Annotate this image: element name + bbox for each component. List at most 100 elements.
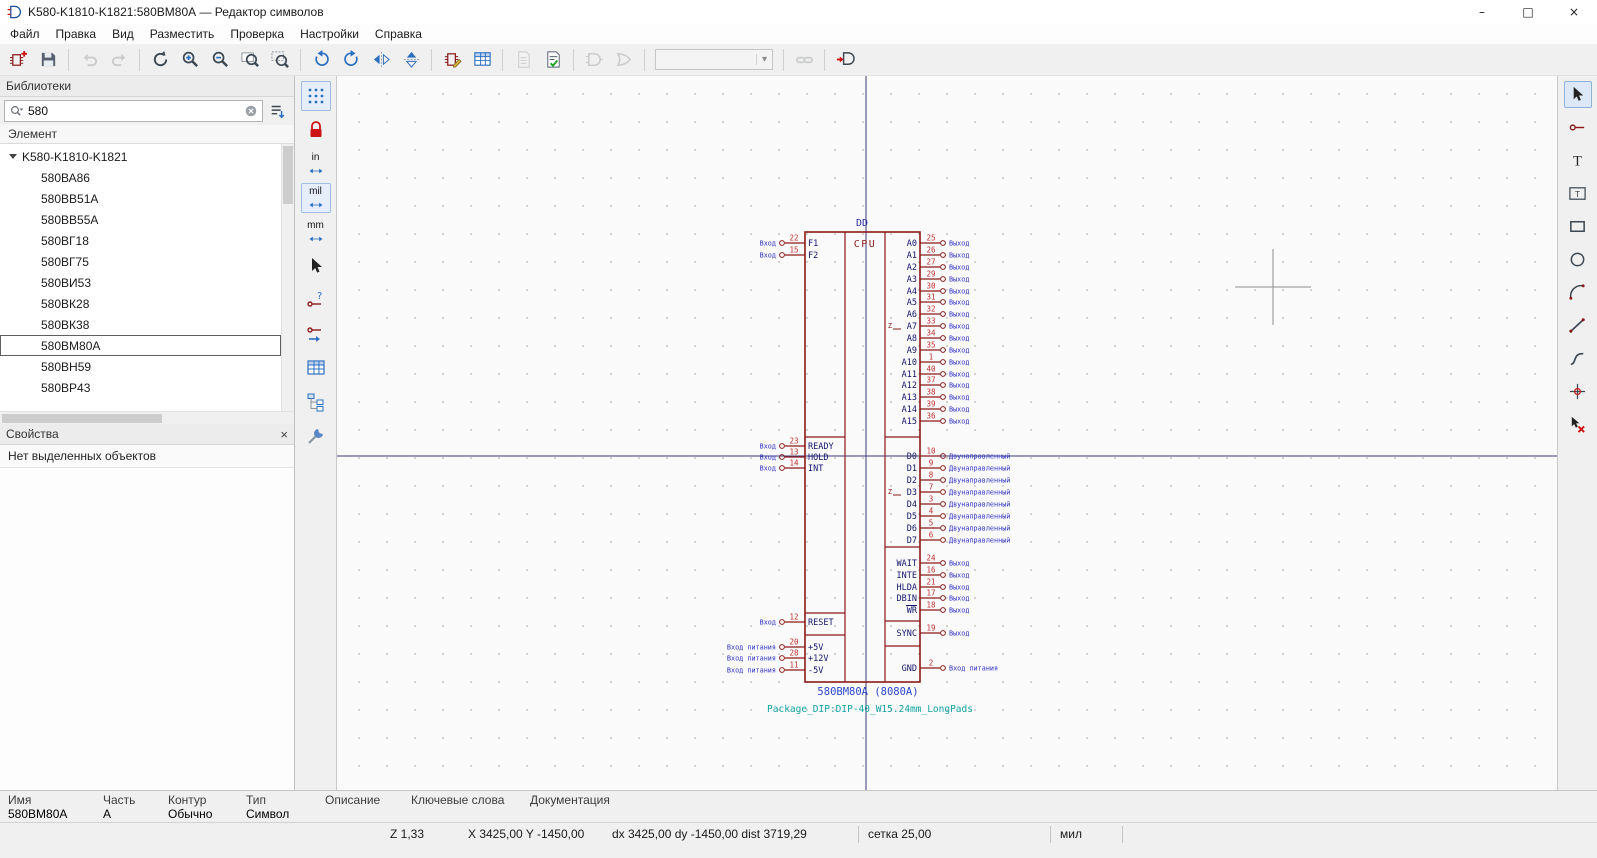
- zoom-in-button[interactable]: [176, 47, 204, 73]
- symbol-item[interactable]: 580ВК28: [0, 293, 281, 314]
- symbol-title[interactable]: CPU: [854, 239, 877, 250]
- svg-text:Выход: Выход: [949, 572, 969, 580]
- units-inches-button[interactable]: in: [301, 149, 331, 179]
- menu-item-view[interactable]: Вид: [104, 25, 142, 43]
- menu-item-help[interactable]: Справка: [367, 25, 430, 43]
- rotate-cw-icon: [342, 50, 361, 69]
- svg-text:T: T: [1573, 153, 1582, 169]
- pin-SYNC[interactable]: 19 SYNC Выход: [897, 624, 970, 640]
- symbol-name: 580ВВ51А: [41, 191, 99, 206]
- toggle-lock-button[interactable]: [301, 115, 331, 145]
- undo-button[interactable]: [75, 47, 103, 73]
- text-tool-button[interactable]: T: [1564, 147, 1592, 174]
- show-pin-alt-icons-button[interactable]: [301, 319, 331, 349]
- zoom-fit-button[interactable]: [236, 47, 264, 73]
- schematic-canvas[interactable]: DD CPU 580ВМ80А (8080A) Package_DIP:DIP-40_…: [337, 76, 1557, 790]
- tree-horizontal-scrollbar[interactable]: [0, 411, 294, 424]
- unit-selector[interactable]: ▾: [655, 49, 773, 70]
- pin-table-button[interactable]: [468, 47, 496, 73]
- units-mils-button[interactable]: mil: [300, 183, 331, 213]
- redo-button[interactable]: [105, 47, 133, 73]
- pin-RESET[interactable]: 12 RESET Вход: [760, 613, 834, 629]
- symbol-item[interactable]: 580ВК38: [0, 314, 281, 335]
- pin-A0[interactable]: 25 A0 Выход: [907, 234, 970, 250]
- pin-D0[interactable]: 10 D0 Двунаправленный: [907, 447, 1011, 463]
- menu-item-edit[interactable]: Правка: [48, 25, 105, 43]
- arc-tool-button[interactable]: [1564, 279, 1592, 306]
- datasheet-button[interactable]: [509, 47, 537, 73]
- symbol-properties-button[interactable]: [438, 47, 466, 73]
- symbol-item[interactable]: 580ВР43: [0, 377, 281, 398]
- symbol-item[interactable]: 580ВГ18: [0, 230, 281, 251]
- symbol-item[interactable]: 580ВН59: [0, 356, 281, 377]
- symbol-item[interactable]: 580ВВ51А: [0, 188, 281, 209]
- expander-icon[interactable]: [9, 154, 17, 159]
- menu-item-inspect[interactable]: Проверка: [222, 25, 292, 43]
- library-item[interactable]: K580-K1810-K1821: [0, 146, 281, 167]
- symbol-item[interactable]: 580ВМ80А: [0, 335, 281, 356]
- circle-tool-button[interactable]: [1564, 246, 1592, 273]
- bezier-tool-button[interactable]: [1564, 345, 1592, 372]
- pin-D2[interactable]: 8 D2 Двунаправленный: [907, 471, 1011, 487]
- scrollbar-thumb[interactable]: [2, 414, 162, 423]
- maximize-button[interactable]: □: [1505, 0, 1551, 24]
- minimize-button[interactable]: –: [1459, 0, 1505, 24]
- symbol-item[interactable]: 580ВГ75: [0, 251, 281, 272]
- show-pin-electrical-type-button[interactable]: ?: [301, 285, 331, 315]
- pin-tool-button[interactable]: [1564, 114, 1592, 141]
- pin-D1[interactable]: 9 D1 Двунаправленный: [907, 459, 1011, 475]
- add-to-schematic-button[interactable]: [831, 47, 859, 73]
- pin-D4[interactable]: 3 D4 Двунаправленный: [907, 495, 1011, 511]
- zoom-selection-button[interactable]: [266, 47, 294, 73]
- reference-field[interactable]: DD: [856, 218, 868, 229]
- clear-search-icon[interactable]: [244, 104, 258, 118]
- menu-item-place[interactable]: Разместить: [142, 25, 223, 43]
- filter-options-button[interactable]: [266, 100, 290, 122]
- sync-pins-button[interactable]: [790, 47, 818, 73]
- anchor-tool-button[interactable]: [1564, 378, 1592, 405]
- check-symbol-button[interactable]: [539, 47, 567, 73]
- arrow-tool-button[interactable]: [1563, 81, 1592, 108]
- pin-D7[interactable]: 6 D7 Двунаправленный: [907, 531, 1011, 547]
- pin-D5[interactable]: 4 D5 Двунаправленный: [907, 507, 1011, 523]
- show-properties-button[interactable]: [301, 421, 331, 451]
- svg-text:Двунаправленный: Двунаправленный: [949, 525, 1010, 533]
- footprint-field[interactable]: Package_DIP:DIP-40_W15.24mm_LongPads: [767, 704, 973, 715]
- refresh-button[interactable]: [146, 47, 174, 73]
- toggle-grid-button[interactable]: [300, 81, 331, 111]
- mirror-h-button[interactable]: [367, 47, 395, 73]
- symbol-item[interactable]: 580ВИ53: [0, 272, 281, 293]
- close-button[interactable]: ×: [1551, 0, 1597, 24]
- info-field-label: Ключевые слова: [411, 793, 505, 807]
- tree-column-header[interactable]: Элемент: [0, 125, 294, 144]
- menu-item-file[interactable]: Файл: [2, 25, 48, 43]
- close-properties-icon[interactable]: ×: [280, 428, 288, 441]
- show-library-tree-button[interactable]: [301, 387, 331, 417]
- fullscreen-cursor-button[interactable]: [301, 251, 331, 281]
- save-button[interactable]: [34, 47, 62, 73]
- line-tool-button[interactable]: [1564, 312, 1592, 339]
- rotate-ccw-button[interactable]: [307, 47, 335, 73]
- new-symbol-button[interactable]: [4, 47, 32, 73]
- delete-tool-button[interactable]: [1564, 411, 1592, 438]
- pin-+5V[interactable]: 20 +5V Вход питания: [727, 638, 823, 654]
- search-input[interactable]: 580: [4, 100, 263, 122]
- mirror-v-button[interactable]: [397, 47, 425, 73]
- rect-tool-button[interactable]: [1564, 213, 1592, 240]
- menu-item-settings[interactable]: Настройки: [292, 25, 367, 43]
- textbox-tool-button[interactable]: T: [1564, 180, 1592, 207]
- tree-vertical-scrollbar[interactable]: [281, 144, 294, 411]
- scrollbar-thumb[interactable]: [283, 146, 293, 204]
- symbol-item[interactable]: 580ВА86: [0, 167, 281, 188]
- units-mm-button[interactable]: mm: [301, 217, 331, 247]
- de-morgan-alt-button[interactable]: [610, 47, 638, 73]
- zoom-out-button[interactable]: [206, 47, 234, 73]
- search-icon: [9, 104, 24, 119]
- de-morgan-standard-button[interactable]: [580, 47, 608, 73]
- value-field[interactable]: 580ВМ80А (8080A): [817, 686, 918, 698]
- symbol-item[interactable]: 580ВВ55А: [0, 209, 281, 230]
- pin-GND[interactable]: 2 GND Вход питания: [902, 659, 998, 675]
- rotate-cw-button[interactable]: [337, 47, 365, 73]
- show-pin-table-button[interactable]: [301, 353, 331, 383]
- pin-D6[interactable]: 5 D6 Двунаправленный: [907, 519, 1011, 535]
